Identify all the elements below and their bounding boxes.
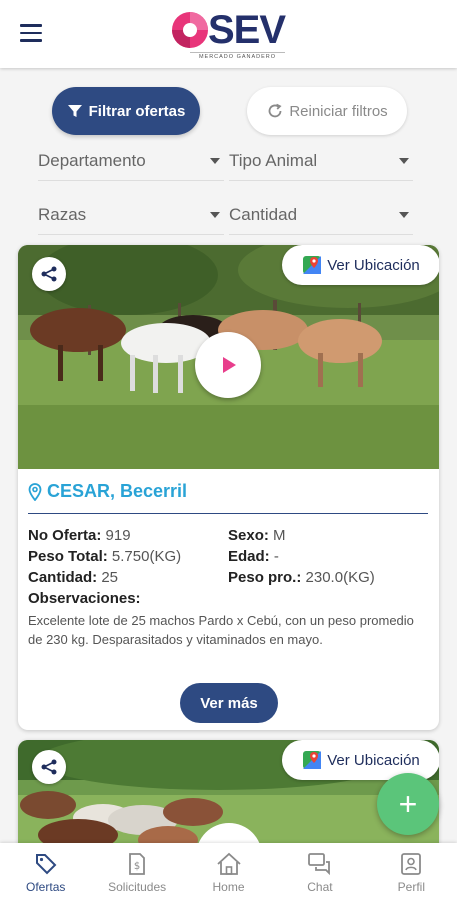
play-icon	[223, 357, 236, 373]
home-icon	[216, 852, 241, 875]
observaciones-label: Observaciones:	[28, 590, 141, 607]
nav-item-perfil[interactable]: Perfil	[366, 843, 457, 900]
offer-location-text: CESAR, Becerril	[47, 481, 188, 501]
bottom-nav: Ofertas $ Solicitudes Home Chat Perfil	[0, 843, 457, 900]
cantidad-label: Cantidad:	[28, 569, 98, 586]
logo-subtitle: MERCADO GANADERO	[190, 52, 285, 60]
refresh-icon	[268, 103, 282, 118]
no-oferta-value: 919	[105, 527, 131, 544]
share-button[interactable]	[32, 257, 66, 291]
nav-item-ofertas[interactable]: Ofertas	[0, 843, 91, 900]
share-button[interactable]	[32, 750, 66, 784]
logo-mark-icon	[172, 12, 208, 48]
filter-icon	[67, 105, 82, 117]
peso-pro-value: 230.0(KG)	[305, 569, 375, 586]
offer-card: Ver Ubicación CESAR, Becerril No Oferta:…	[18, 245, 439, 730]
chevron-down-icon	[399, 211, 409, 218]
document-dollar-icon: $	[129, 853, 146, 875]
tag-icon	[35, 854, 57, 875]
no-oferta-row: No Oferta: 919	[28, 525, 131, 546]
ver-ubicacion-label: Ver Ubicación	[327, 751, 420, 769]
edad-value: -	[273, 548, 279, 565]
filter-offers-button[interactable]: Filtrar ofertas	[52, 87, 200, 135]
chevron-down-icon	[210, 211, 220, 218]
reset-filters-button[interactable]: Reiniciar filtros	[247, 87, 407, 135]
filter-offers-label: Filtrar ofertas	[88, 102, 186, 120]
divider	[28, 513, 428, 514]
nav-label: Solicitudes	[108, 880, 167, 894]
nav-label: Perfil	[397, 880, 425, 894]
chevron-down-icon	[399, 157, 409, 164]
map-icon	[303, 256, 322, 274]
logo-text: SEV	[208, 8, 286, 52]
app-bar: SEV MERCADO GANADERO	[0, 0, 457, 68]
cantidad-select-label: Cantidad	[229, 204, 298, 224]
nav-label: Home	[212, 880, 245, 894]
plus-icon: +	[398, 785, 418, 822]
tipo-animal-select[interactable]: Tipo Animal	[229, 141, 413, 181]
nav-label: Ofertas	[26, 880, 66, 894]
departamento-select-label: Departamento	[38, 150, 146, 170]
peso-total-label: Peso Total:	[28, 548, 108, 565]
edad-label: Edad:	[228, 548, 270, 565]
cantidad-value: 25	[101, 569, 119, 586]
chevron-down-icon	[210, 157, 220, 164]
nav-label: Chat	[307, 880, 333, 894]
departamento-select[interactable]: Departamento	[38, 141, 224, 181]
observaciones-text: Excelente lote de 25 machos Pardo x Cebú…	[28, 613, 414, 647]
observaciones-row: Observaciones:	[28, 588, 141, 609]
razas-select[interactable]: Razas	[38, 195, 224, 235]
no-oferta-label: No Oferta:	[28, 527, 102, 544]
add-offer-button[interactable]: +	[377, 773, 439, 835]
tipo-animal-select-label: Tipo Animal	[229, 150, 318, 170]
ver-ubicacion-label: Ver Ubicación	[327, 256, 420, 274]
ver-ubicacion-button[interactable]: Ver Ubicación	[282, 245, 439, 285]
profile-icon	[401, 853, 422, 875]
play-video-button[interactable]	[195, 332, 261, 398]
peso-total-value: 5.750(KG)	[111, 548, 182, 565]
peso-total-row: Peso Total: 5.750(KG)	[28, 546, 181, 567]
reset-filters-label: Reiniciar filtros	[289, 102, 388, 120]
peso-pro-label: Peso pro.:	[228, 569, 302, 586]
nav-item-chat[interactable]: Chat	[274, 843, 365, 900]
location-pin-icon	[28, 482, 42, 501]
nav-item-solicitudes[interactable]: $ Solicitudes	[91, 843, 182, 900]
map-icon	[303, 751, 322, 769]
sexo-row: Sexo: M	[228, 525, 286, 546]
cantidad-row: Cantidad: 25	[28, 567, 118, 588]
chat-icon	[308, 853, 330, 876]
edad-row: Edad: -	[228, 546, 279, 567]
menu-icon[interactable]	[20, 24, 42, 42]
app-logo: SEV MERCADO GANADERO	[170, 8, 290, 60]
offer-location: CESAR, Becerril	[28, 481, 187, 502]
share-icon	[41, 759, 57, 775]
peso-pro-row: Peso pro.: 230.0(KG)	[228, 567, 375, 588]
ver-mas-button[interactable]: Ver más	[180, 683, 278, 723]
cantidad-select[interactable]: Cantidad	[229, 195, 413, 235]
share-icon	[41, 266, 57, 282]
nav-item-home[interactable]: Home	[183, 843, 274, 900]
razas-select-label: Razas	[38, 204, 87, 224]
svg-text:$: $	[134, 861, 140, 872]
sexo-label: Sexo:	[228, 527, 269, 544]
sexo-value: M	[273, 527, 286, 544]
